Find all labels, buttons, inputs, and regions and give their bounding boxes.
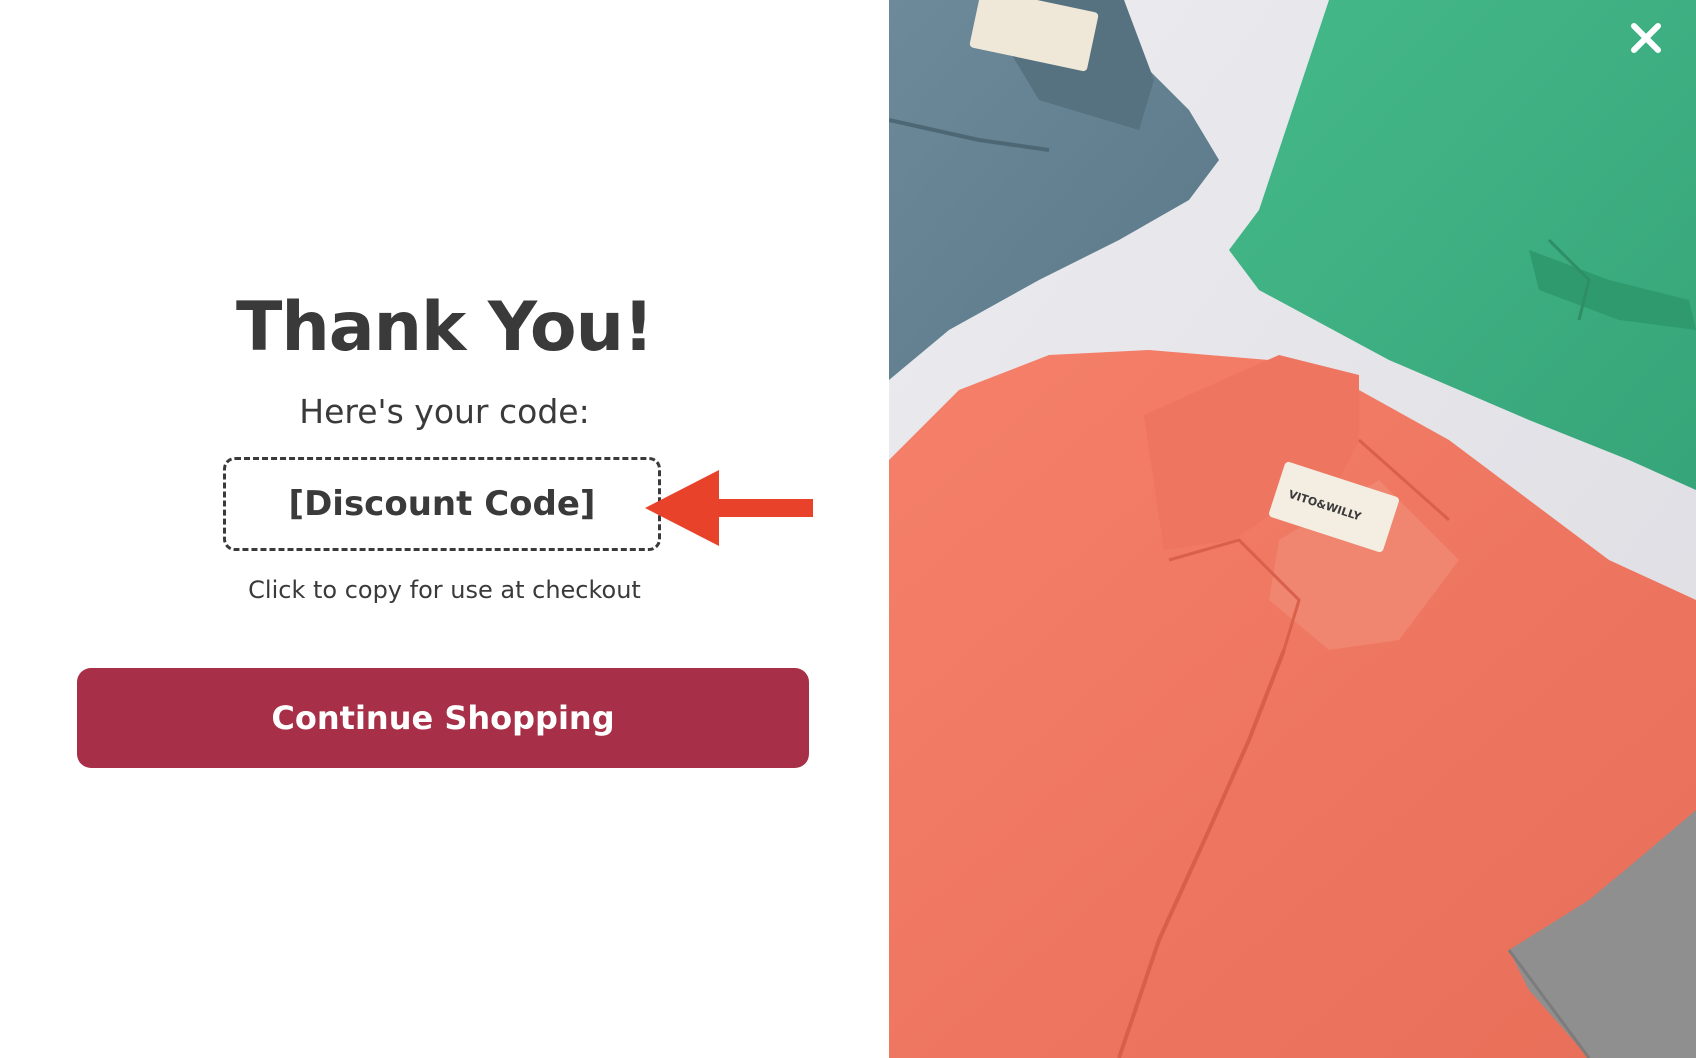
copy-hint: Click to copy for use at checkout (248, 576, 641, 604)
discount-code-box[interactable]: [Discount Code] (223, 457, 661, 551)
arrow-left-icon (645, 470, 813, 546)
continue-shopping-button[interactable]: Continue Shopping (77, 668, 809, 768)
thank-you-modal: Thank You! Here's your code: [Discount C… (0, 0, 1696, 1058)
modal-content-panel: Thank You! Here's your code: [Discount C… (0, 0, 889, 1058)
product-image: VITO&WILLY (889, 0, 1696, 1058)
discount-code[interactable]: [Discount Code] (289, 484, 596, 524)
modal-title: Thank You! (235, 288, 654, 367)
modal-subtitle: Here's your code: (299, 392, 590, 431)
polo-shirts-photo: VITO&WILLY (889, 0, 1696, 1058)
close-icon[interactable] (1626, 18, 1666, 58)
